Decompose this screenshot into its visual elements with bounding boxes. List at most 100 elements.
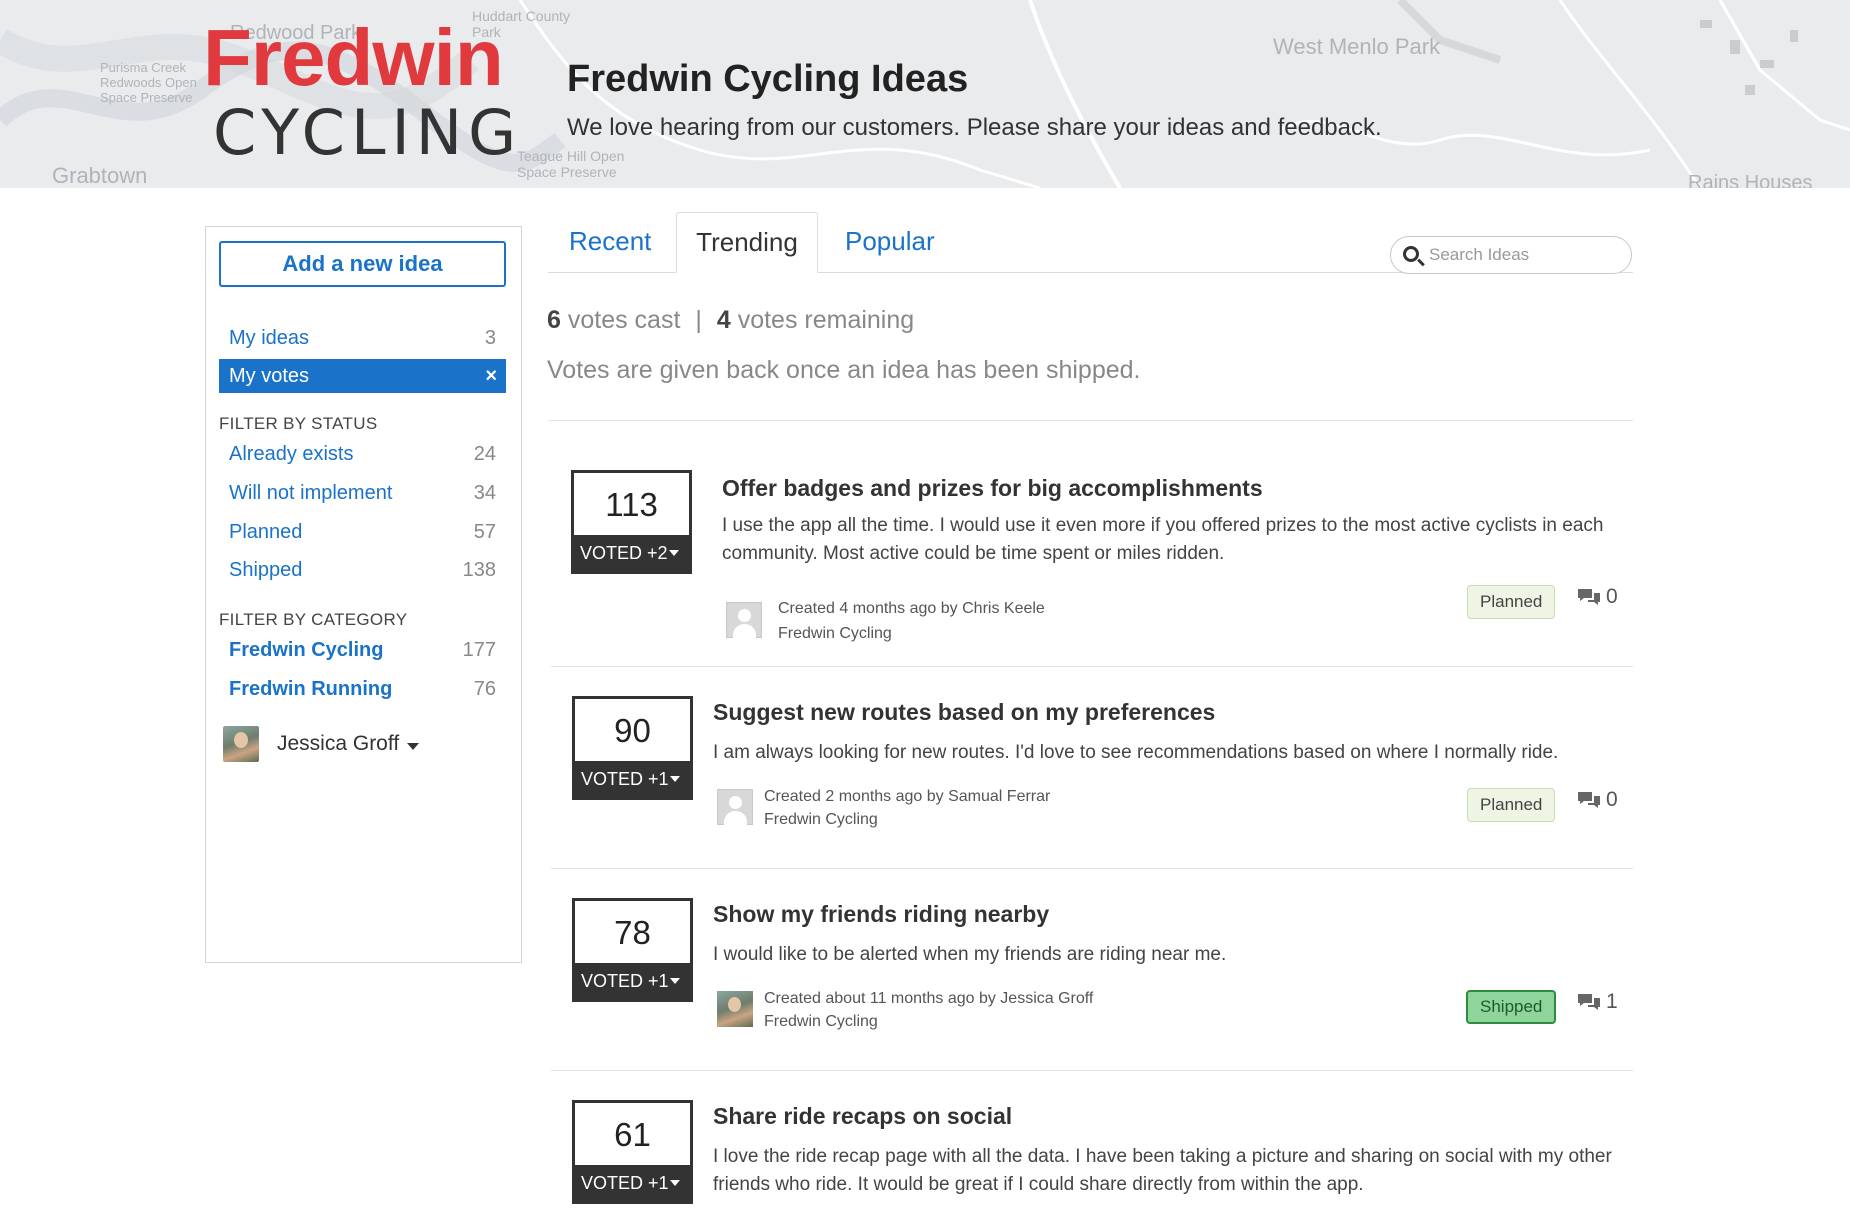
sidebar-item-my-votes[interactable]: My votes × — [219, 359, 506, 393]
sidebar-item-count: 138 — [462, 559, 496, 581]
sidebar-item-label: Shipped — [229, 559, 303, 581]
comment-count[interactable]: 1 — [1576, 990, 1618, 1014]
idea-title[interactable]: Share ride recaps on social — [713, 1103, 1012, 1130]
sidebar-item-label: Already exists — [229, 443, 354, 465]
search-input[interactable] — [1429, 241, 1619, 269]
filter-status-heading: FILTER BY STATUS — [219, 414, 378, 433]
filter-category-heading: FILTER BY CATEGORY — [219, 610, 408, 629]
caret-down-icon — [670, 978, 680, 984]
votes-summary: 6 votes cast | 4 votes remaining — [547, 306, 914, 335]
voted-label: VOTED +1 — [581, 971, 669, 991]
status-badge: Planned — [1467, 585, 1556, 619]
idea-meta-category: Fredwin Cycling — [778, 625, 892, 642]
vote-count: 78 — [614, 914, 651, 951]
idea-description: I use the app all the time. I would use … — [722, 515, 1604, 564]
search-icon — [1403, 246, 1419, 262]
tab-recent[interactable]: Recent — [569, 212, 651, 273]
comment-count-value: 0 — [1606, 585, 1618, 608]
map-label: Grabtown — [52, 163, 148, 188]
search-box[interactable] — [1390, 236, 1632, 274]
sidebar-item-count: 76 — [473, 678, 496, 700]
divider — [548, 420, 1633, 421]
vote-button[interactable]: 61 VOTED +1 — [572, 1100, 693, 1204]
avatar — [726, 602, 762, 638]
idea-title[interactable]: Offer badges and prizes for big accompli… — [722, 475, 1263, 502]
sidebar-item-already-exists[interactable]: Already exists 24 — [219, 437, 506, 471]
page-title: Fredwin Cycling Ideas — [567, 58, 969, 100]
sidebar-item-planned[interactable]: Planned 57 — [219, 515, 506, 549]
comment-count-value: 0 — [1606, 788, 1618, 811]
idea-meta-created: Created 2 months ago by Samual Ferrar — [764, 788, 1051, 805]
brand-logo-bottom: CYCLING — [213, 96, 523, 169]
voted-label: VOTED +1 — [581, 1173, 669, 1193]
sidebar-item-label: Fredwin Cycling — [229, 639, 384, 661]
sidebar-item-label: Will not implement — [229, 482, 393, 504]
votes-separator: | — [695, 306, 702, 334]
comments-icon — [1578, 994, 1600, 1010]
tab-trending[interactable]: Trending — [676, 212, 818, 273]
votes-cast-count: 6 — [547, 306, 561, 334]
idea-description: I am always looking for new routes. I'd … — [713, 742, 1559, 763]
user-name: Jessica Groff — [277, 732, 400, 755]
user-menu[interactable]: Jessica Groff — [223, 724, 420, 764]
vote-count: 61 — [614, 1116, 651, 1153]
page-subtitle: We love hearing from our customers. Plea… — [567, 114, 1382, 141]
close-icon[interactable]: × — [485, 359, 497, 393]
divider — [551, 868, 1633, 869]
comment-count[interactable]: 0 — [1576, 585, 1618, 609]
avatar — [717, 991, 753, 1027]
sidebar-item-label: Fredwin Running — [229, 678, 393, 700]
sidebar-item-fredwin-cycling[interactable]: Fredwin Cycling 177 — [219, 633, 506, 667]
idea-meta-category: Fredwin Cycling — [764, 811, 878, 828]
voted-label: VOTED +2 — [580, 543, 668, 563]
idea-title[interactable]: Show my friends riding nearby — [713, 901, 1049, 928]
comment-count-value: 1 — [1606, 990, 1618, 1013]
votes-cast-label: votes cast — [567, 306, 681, 334]
divider — [551, 1070, 1633, 1071]
brand-logo-top[interactable]: Fredwin — [203, 18, 504, 98]
vote-button[interactable]: 78 VOTED +1 — [572, 898, 693, 1002]
votes-note: Votes are given back once an idea has be… — [547, 356, 1141, 384]
idea-title[interactable]: Suggest new routes based on my preferenc… — [713, 699, 1215, 726]
caret-down-icon — [670, 776, 680, 782]
add-idea-button[interactable]: Add a new idea — [219, 241, 506, 287]
idea-meta-category: Fredwin Cycling — [764, 1013, 878, 1030]
status-badge: Planned — [1467, 788, 1556, 822]
comments-icon — [1578, 589, 1600, 605]
sidebar: Add a new idea My ideas 3 My votes × FIL… — [205, 226, 522, 963]
sidebar-item-label: My votes — [229, 365, 310, 387]
map-label: Teague Hill Open Space Preserve — [517, 148, 625, 180]
sidebar-item-my-ideas[interactable]: My ideas 3 — [219, 321, 506, 355]
comment-count[interactable]: 0 — [1576, 788, 1618, 812]
voted-dropdown[interactable]: VOTED +1 — [575, 963, 690, 999]
sidebar-item-label: Planned — [229, 521, 303, 543]
avatar — [223, 726, 259, 762]
sidebar-item-shipped[interactable]: Shipped 138 — [219, 553, 506, 587]
map-label: Purisma Creek Redwoods Open Space Preser… — [100, 60, 197, 105]
vote-button[interactable]: 113 VOTED +2 — [571, 470, 692, 574]
sidebar-item-count: 57 — [473, 521, 496, 543]
caret-down-icon — [670, 1180, 680, 1186]
sidebar-item-count: 3 — [484, 327, 496, 349]
idea-meta-created: Created about 11 months ago by Jessica G… — [764, 990, 1094, 1007]
voted-dropdown[interactable]: VOTED +1 — [575, 761, 690, 797]
sidebar-item-count: 177 — [462, 639, 496, 661]
comments-icon — [1578, 792, 1600, 808]
voted-label: VOTED +1 — [581, 769, 669, 789]
sidebar-item-count: 34 — [473, 482, 496, 504]
voted-dropdown[interactable]: VOTED +2 — [574, 535, 689, 571]
idea-meta-created: Created 4 months ago by Chris Keele — [778, 600, 1045, 617]
avatar — [717, 789, 753, 825]
map-label: Rains Houses — [1688, 172, 1813, 188]
sidebar-item-fredwin-running[interactable]: Fredwin Running 76 — [219, 672, 506, 706]
caret-down-icon — [669, 550, 679, 556]
vote-button[interactable]: 90 VOTED +1 — [572, 696, 693, 800]
tab-popular[interactable]: Popular — [845, 212, 935, 273]
voted-dropdown[interactable]: VOTED +1 — [575, 1165, 690, 1201]
sidebar-item-count: 24 — [473, 443, 496, 465]
header-banner: Redwood Park Huddart County Park Purisma… — [0, 0, 1850, 188]
idea-description: I would like to be alerted when my frien… — [713, 944, 1227, 965]
chevron-down-icon — [407, 742, 420, 750]
sidebar-item-will-not-implement[interactable]: Will not implement 34 — [219, 476, 506, 510]
votes-remaining-count: 4 — [716, 306, 731, 334]
